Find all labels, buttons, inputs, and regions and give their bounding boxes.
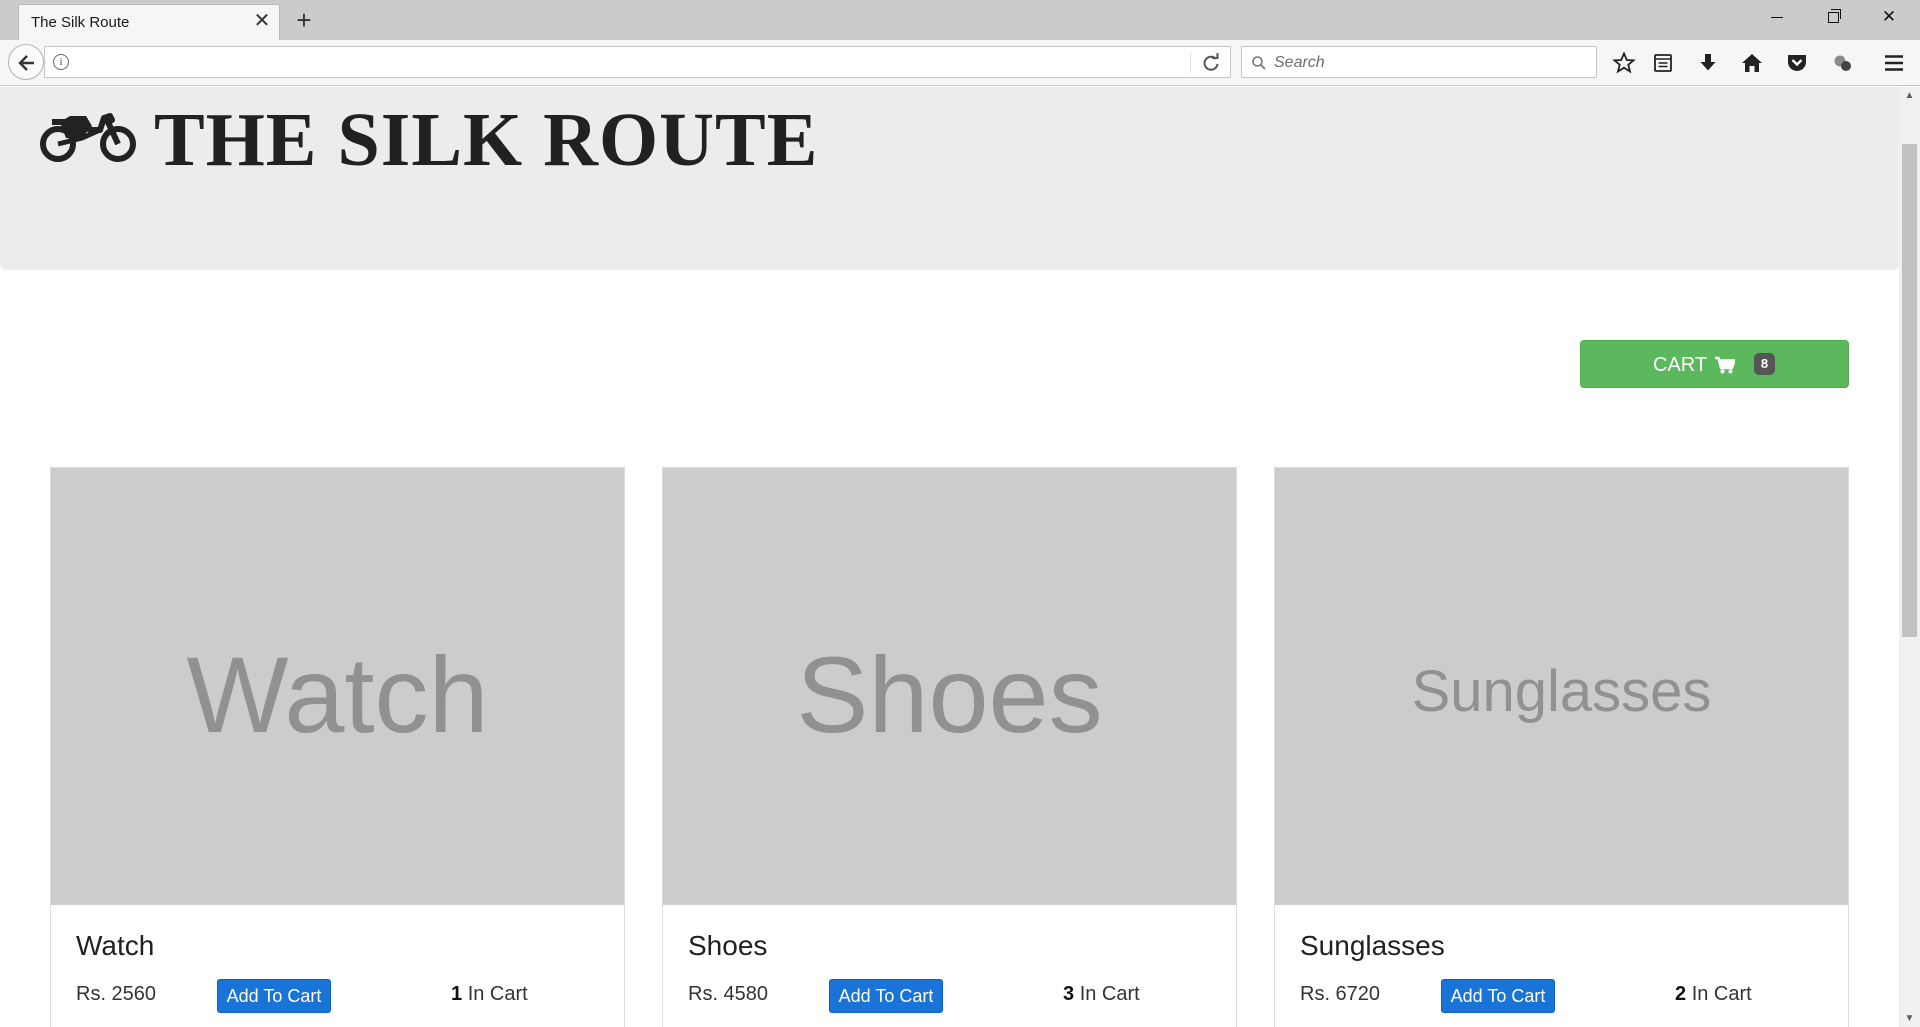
product-card-shoes: Shoes Shoes Rs. 4580 Add To Cart 3 In Ca… bbox=[662, 467, 1237, 1027]
new-tab-button[interactable]: + bbox=[290, 6, 318, 34]
scroll-up-arrow-icon[interactable]: ▲ bbox=[1899, 87, 1920, 104]
reload-icon[interactable] bbox=[1198, 50, 1224, 76]
add-to-cart-button[interactable]: Add To Cart bbox=[829, 979, 943, 1013]
product-name: Sunglasses bbox=[1300, 930, 1445, 961]
product-price: Rs. 4580 bbox=[688, 983, 769, 1005]
product-price: Rs. 6720 bbox=[1300, 983, 1381, 1005]
minimize-button[interactable] bbox=[1754, 0, 1800, 34]
product-image-placeholder: Sunglasses bbox=[1275, 468, 1848, 905]
bookmark-star-icon[interactable] bbox=[1612, 51, 1636, 75]
product-image-label: Sunglasses bbox=[1411, 659, 1712, 724]
cart-count-badge: 8 bbox=[1754, 353, 1775, 375]
in-cart-count: 2 In Cart bbox=[1675, 983, 1752, 1006]
restore-icon bbox=[1827, 9, 1841, 24]
url-bar[interactable]: i bbox=[44, 46, 1231, 78]
url-separator bbox=[1190, 53, 1191, 73]
back-button[interactable] bbox=[8, 44, 44, 80]
product-name: Watch bbox=[76, 930, 155, 961]
add-to-cart-button[interactable]: Add To Cart bbox=[1441, 979, 1555, 1013]
minimize-icon bbox=[1771, 17, 1783, 19]
product-price: Rs. 2560 bbox=[76, 983, 157, 1005]
site-title: THE SILK ROUTE bbox=[154, 98, 819, 182]
page-viewport: THE SILK ROUTE CART 8 Watch Watch Rs. 25… bbox=[0, 87, 1899, 1027]
pocket-icon[interactable] bbox=[1785, 51, 1809, 75]
in-cart-quantity: 1 bbox=[451, 983, 463, 1005]
search-placeholder: Search bbox=[1274, 54, 1325, 71]
product-image-placeholder: Watch bbox=[51, 468, 624, 905]
page-scrollbar[interactable]: ▲ ▼ bbox=[1899, 87, 1920, 1027]
in-cart-quantity: 3 bbox=[1063, 983, 1075, 1005]
product-card-watch: Watch Watch Rs. 2560 Add To Cart 1 In Ca… bbox=[50, 467, 625, 1027]
extension-icon[interactable] bbox=[1830, 51, 1854, 75]
scroll-down-arrow-icon[interactable]: ▼ bbox=[1899, 1010, 1920, 1027]
in-cart-count: 3 In Cart bbox=[1063, 983, 1140, 1006]
cart-button[interactable]: CART 8 bbox=[1580, 340, 1849, 388]
motorcycle-icon bbox=[40, 113, 136, 162]
scrollbar-thumb[interactable] bbox=[1902, 144, 1917, 637]
in-cart-label: In Cart bbox=[1079, 983, 1140, 1005]
search-bar[interactable]: Search bbox=[1241, 46, 1597, 78]
cart-label: CART bbox=[1653, 354, 1708, 376]
menu-hamburger-icon[interactable] bbox=[1882, 51, 1906, 75]
in-cart-label: In Cart bbox=[467, 983, 528, 1005]
in-cart-quantity: 2 bbox=[1675, 983, 1687, 1005]
home-icon[interactable] bbox=[1740, 51, 1764, 75]
browser-tab[interactable]: The Silk Route ✕ bbox=[18, 4, 280, 40]
product-image-placeholder: Shoes bbox=[663, 468, 1236, 905]
restore-button[interactable] bbox=[1810, 0, 1856, 34]
product-card-sunglasses: Sunglasses Sunglasses Rs. 6720 Add To Ca… bbox=[1274, 467, 1849, 1027]
in-cart-label: In Cart bbox=[1691, 983, 1752, 1005]
bookmarks-library-icon[interactable] bbox=[1651, 51, 1675, 75]
window-close-button[interactable]: ✕ bbox=[1866, 0, 1912, 34]
product-image-label: Shoes bbox=[796, 634, 1103, 755]
product-name: Shoes bbox=[688, 930, 768, 961]
site-header: THE SILK ROUTE bbox=[0, 87, 1899, 270]
in-cart-count: 1 In Cart bbox=[451, 983, 528, 1006]
add-to-cart-button[interactable]: Add To Cart bbox=[217, 979, 331, 1013]
search-icon bbox=[1252, 56, 1266, 70]
downloads-icon[interactable] bbox=[1696, 51, 1720, 75]
product-image-label: Watch bbox=[186, 634, 489, 755]
shopping-cart-icon bbox=[1715, 356, 1735, 374]
navigation-toolbar: i Search bbox=[0, 40, 1920, 86]
tab-strip: The Silk Route ✕ + ✕ bbox=[0, 0, 1920, 40]
back-arrow-icon bbox=[18, 55, 34, 71]
site-info-icon[interactable]: i bbox=[53, 54, 69, 70]
close-tab-icon[interactable]: ✕ bbox=[251, 10, 273, 32]
tab-title: The Silk Route bbox=[31, 14, 130, 31]
